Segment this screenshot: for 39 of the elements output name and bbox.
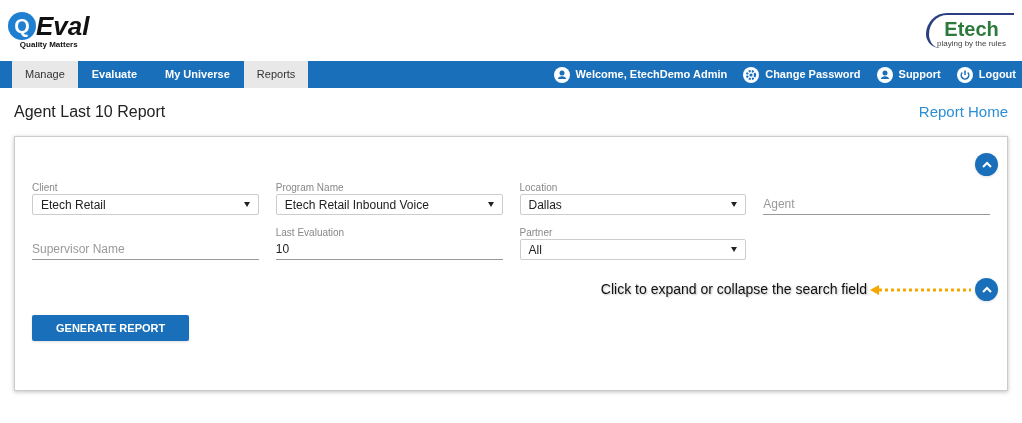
select-field[interactable]: Etech Retail: [32, 194, 259, 215]
caret-icon: [487, 202, 494, 207]
caret-icon: [243, 202, 250, 207]
select-field[interactable]: Dallas: [519, 194, 747, 215]
field-label: Partner: [519, 227, 554, 239]
collapse-button[interactable]: [975, 153, 998, 176]
nav-tab[interactable]: Reports: [243, 61, 309, 88]
nav-link[interactable]: Change Password: [743, 61, 861, 88]
nav-link[interactable]: Support: [876, 61, 941, 88]
nav-link[interactable]: Welcome, EtechDemo Admin: [553, 61, 728, 88]
settings-icon: [743, 66, 760, 83]
user-icon: [553, 66, 570, 83]
annotation-text: Click to expand or collapse the search field: [600, 280, 867, 299]
nav-tab[interactable]: Evaluate: [77, 61, 151, 88]
select-field[interactable]: Etech Retail Inbound Voice: [275, 194, 503, 215]
caret-icon: [731, 202, 738, 207]
field-label: Location: [519, 182, 559, 194]
report-home-link[interactable]: Report Home: [918, 100, 1008, 124]
field-label: Program Name: [275, 182, 345, 194]
field-label: Last Evaluation: [275, 227, 346, 239]
nav-tab[interactable]: My Universe: [151, 61, 244, 88]
chevron-up-icon: [981, 286, 992, 293]
generate-report-button[interactable]: GENERATE REPORT: [32, 315, 190, 342]
page-title: Agent Last 10 Report: [14, 102, 166, 122]
field-label: Client: [32, 182, 59, 194]
nav-tab[interactable]: Manage: [12, 61, 78, 88]
partner-logo: Etech playing by the rules: [926, 13, 1014, 48]
text-field[interactable]: 10: [275, 239, 503, 260]
caret-icon: [731, 247, 738, 252]
select-field[interactable]: All: [519, 239, 747, 260]
dotted-arrow-icon: [869, 283, 973, 296]
text-field[interactable]: Agent: [763, 194, 990, 215]
text-field[interactable]: Supervisor Name: [32, 239, 259, 260]
user-icon: [876, 66, 893, 83]
chevron-up-icon: [981, 161, 992, 168]
nav-link[interactable]: Logout: [956, 61, 1016, 88]
power-icon: [956, 66, 973, 83]
logo: Q Eval Quality Matters: [8, 12, 90, 49]
collapse-button[interactable]: [975, 278, 998, 301]
